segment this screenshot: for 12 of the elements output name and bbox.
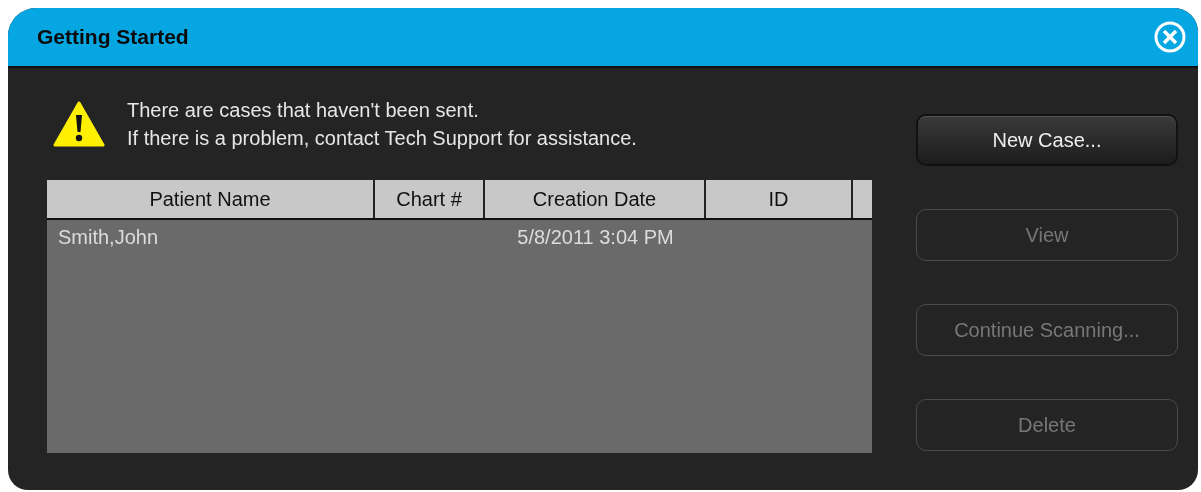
- message-text: If there is a problem, contact Tech Support for assistance.: [127, 126, 637, 151]
- column-header[interactable]: ID: [706, 180, 853, 218]
- warning-icon: [53, 100, 105, 148]
- column-header[interactable]: Patient Name: [47, 180, 375, 218]
- column-header[interactable]: Creation Date: [485, 180, 706, 218]
- action-button[interactable]: New Case...: [916, 114, 1178, 166]
- close-icon[interactable]: [1154, 21, 1186, 53]
- table-cell: Smith,John: [58, 225, 159, 248]
- window-title: Getting Started: [37, 25, 189, 49]
- table-cell: 5/8/2011 3:04 PM: [517, 225, 674, 248]
- message-text: There are cases that haven't been sent.: [127, 98, 480, 123]
- column-header[interactable]: Chart #: [375, 180, 485, 218]
